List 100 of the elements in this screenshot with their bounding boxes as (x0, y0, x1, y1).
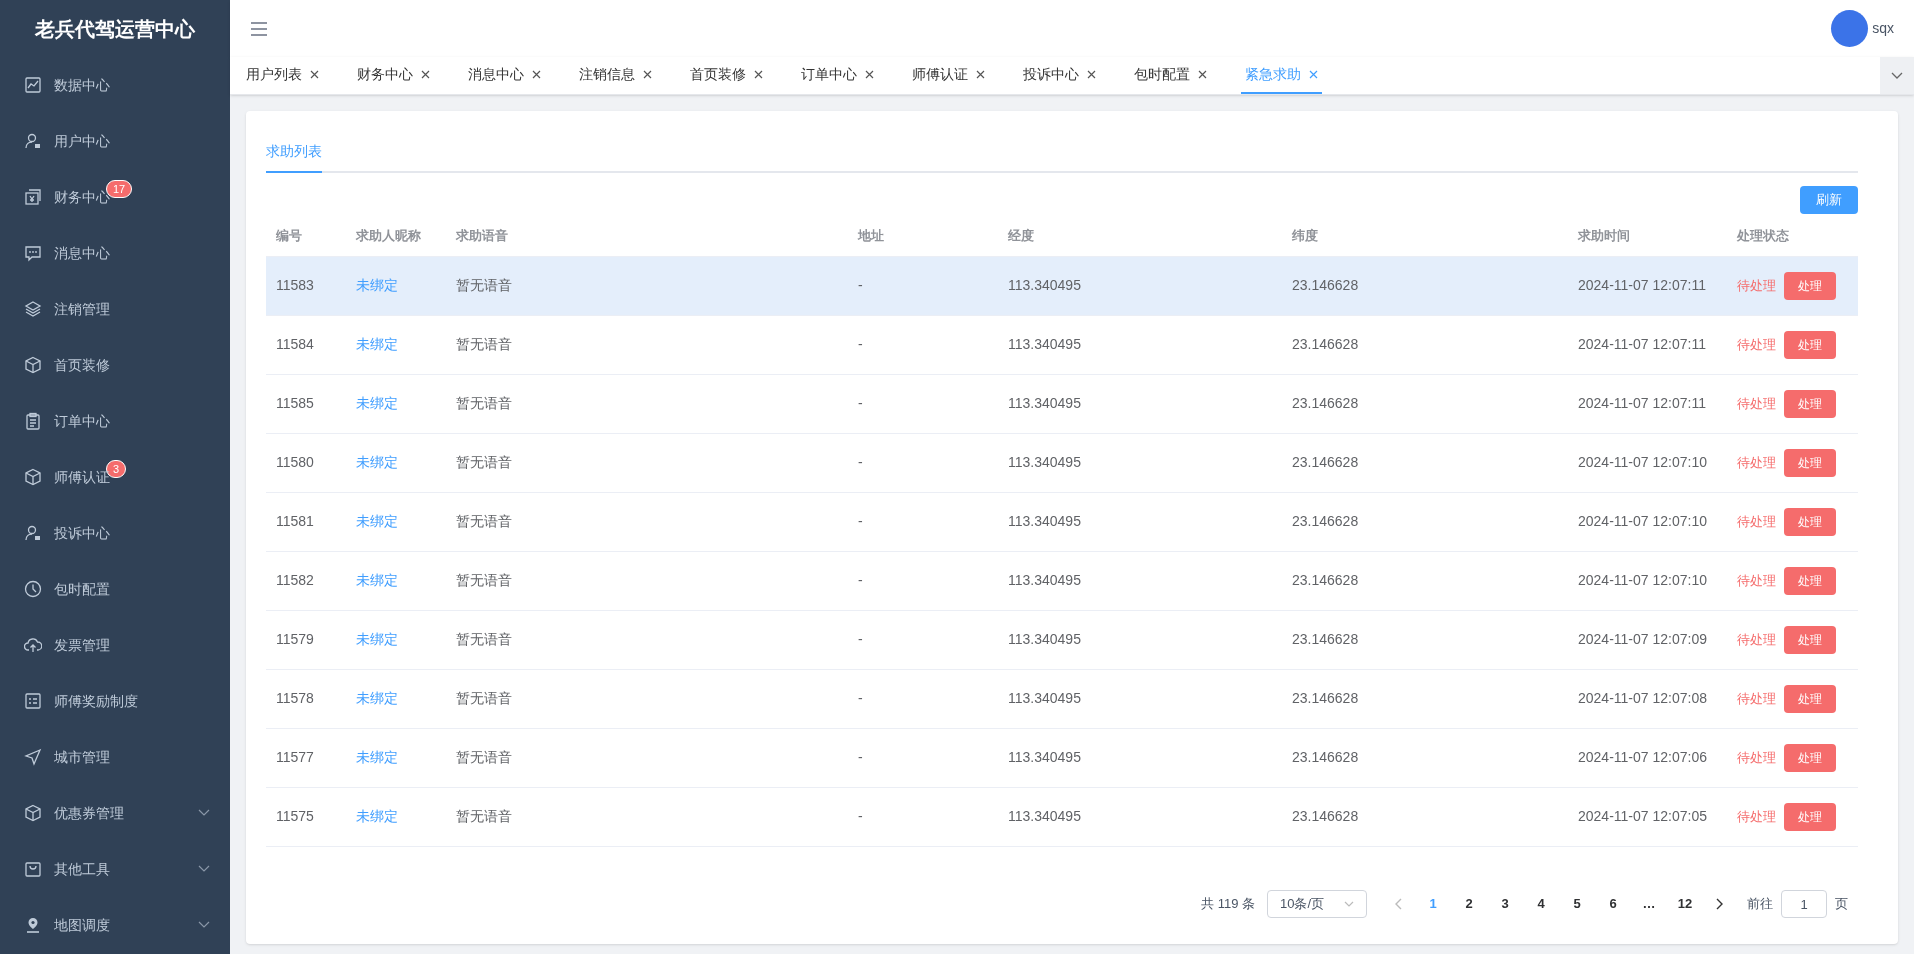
table-cell: - (858, 336, 863, 352)
sidebar-item[interactable]: 优惠券管理 (0, 785, 230, 841)
close-icon[interactable] (310, 70, 319, 79)
avatar[interactable] (1831, 10, 1869, 47)
page-number[interactable]: 4 (1523, 894, 1559, 914)
status-text: 待处理 (1737, 689, 1776, 708)
sidebar-item[interactable]: 首页装修 (0, 337, 230, 393)
send-icon (24, 748, 42, 766)
bag-icon (24, 860, 42, 878)
tab[interactable]: 用户列表 (242, 57, 323, 94)
table-cell: - (858, 572, 863, 588)
table-cell: 2024-11-07 12:07:10 (1578, 572, 1707, 588)
table-cell: 2024-11-07 12:07:10 (1578, 513, 1707, 529)
total-count: 共 119 条 (1201, 895, 1255, 914)
table-cell: 11579 (276, 631, 314, 647)
tab[interactable]: 消息中心 (464, 57, 545, 94)
table-cell: - (858, 454, 863, 470)
table-cell: - (858, 395, 863, 411)
table-cell: 23.146628 (1292, 277, 1359, 293)
column-header: 求助人昵称 (356, 228, 421, 243)
cloud-upload-icon (24, 636, 42, 654)
column-header: 求助时间 (1578, 228, 1630, 243)
close-icon[interactable] (532, 70, 541, 79)
box-icon (24, 468, 42, 486)
table-cell: 23.146628 (1292, 749, 1359, 765)
box-icon (24, 804, 42, 822)
tab[interactable]: 包时配置 (1130, 57, 1211, 94)
table-cell: 23.146628 (1292, 690, 1359, 706)
goto-label: 前往 (1747, 895, 1773, 914)
table-cell: 11578 (276, 690, 314, 706)
sidebar-item[interactable]: 师傅奖励制度 (0, 673, 230, 729)
page-number[interactable]: 3 (1487, 894, 1523, 914)
table-cell: 113.340495 (1008, 572, 1081, 588)
page-number[interactable]: … (1631, 894, 1667, 914)
status-text: 待处理 (1737, 571, 1776, 590)
sidebar-item[interactable]: 师傅认证 3 (0, 449, 230, 505)
clock-icon (24, 580, 42, 598)
page-number[interactable]: 5 (1559, 894, 1595, 914)
status-text: 待处理 (1737, 276, 1776, 295)
table-cell: 113.340495 (1008, 277, 1081, 293)
page-number[interactable]: 2 (1451, 894, 1487, 914)
table-cell: 暂无语音 (456, 572, 512, 588)
close-icon[interactable] (643, 70, 652, 79)
tab[interactable]: 财务中心 (353, 57, 434, 94)
clipboard-icon (24, 412, 42, 430)
table-cell: - (858, 631, 863, 647)
table-cell: 2024-11-07 12:07:11 (1578, 395, 1706, 411)
column-header: 纬度 (1292, 228, 1318, 243)
close-icon[interactable] (1087, 70, 1096, 79)
chevron-down-icon (1344, 901, 1354, 907)
table-cell: 23.146628 (1292, 336, 1359, 352)
close-icon[interactable] (1198, 70, 1207, 79)
table-cell: 23.146628 (1292, 395, 1359, 411)
status-text: 待处理 (1737, 335, 1776, 354)
sidebar-item[interactable]: 投诉中心 (0, 505, 230, 561)
page-size-select[interactable]: 10条/页 (1267, 890, 1367, 918)
next-page-icon[interactable] (1715, 898, 1723, 910)
table-cell: - (858, 749, 863, 765)
page-input[interactable]: 1 (1781, 890, 1827, 918)
page-number[interactable]: 12 (1667, 894, 1703, 914)
table-cell: - (858, 690, 863, 706)
sidebar-item[interactable]: 其他工具 (0, 841, 230, 897)
page-number[interactable]: 6 (1595, 894, 1631, 914)
close-icon[interactable] (976, 70, 985, 79)
close-icon[interactable] (754, 70, 763, 79)
sidebar-item[interactable]: 包时配置 (0, 561, 230, 617)
table-cell: - (858, 277, 863, 293)
tab[interactable]: 投诉中心 (1019, 57, 1100, 94)
menu-icon[interactable] (250, 20, 268, 37)
status-text: 待处理 (1737, 630, 1776, 649)
sidebar-item[interactable]: 消息中心 (0, 225, 230, 281)
sidebar-item[interactable]: 订单中心 (0, 393, 230, 449)
close-icon[interactable] (865, 70, 874, 79)
layers-icon (24, 300, 42, 318)
box-icon (24, 356, 42, 374)
table-cell: 11583 (276, 277, 314, 293)
table-cell: 23.146628 (1292, 631, 1359, 647)
table-cell: 2024-11-07 12:07:08 (1578, 690, 1707, 706)
tab[interactable]: 首页装修 (686, 57, 767, 94)
sidebar-item[interactable]: 地图调度 (0, 897, 230, 953)
tab[interactable]: 师傅认证 (908, 57, 989, 94)
sidebar-item[interactable]: 数据中心 (0, 57, 230, 113)
chevron-down-icon (1891, 71, 1903, 80)
chart-icon (24, 76, 42, 94)
table-cell: 23.146628 (1292, 572, 1359, 588)
table-cell: 暂无语音 (456, 395, 512, 411)
sidebar-item[interactable]: 发票管理 (0, 617, 230, 673)
user-name[interactable]: sqx (1872, 18, 1894, 39)
sidebar-item[interactable]: 城市管理 (0, 729, 230, 785)
tab[interactable]: 订单中心 (797, 57, 878, 94)
sidebar-item[interactable]: 用户中心 (0, 113, 230, 169)
sidebar-item[interactable]: 注销管理 (0, 281, 230, 337)
column-header: 编号 (276, 228, 302, 243)
tab[interactable]: 注销信息 (575, 57, 656, 94)
table-cell: 11580 (276, 454, 314, 470)
table-cell: 暂无语音 (456, 631, 512, 647)
table-cell: 11584 (276, 336, 314, 352)
table-cell: 113.340495 (1008, 808, 1081, 824)
close-icon[interactable] (421, 70, 430, 79)
page-unit: 页 (1835, 895, 1848, 914)
